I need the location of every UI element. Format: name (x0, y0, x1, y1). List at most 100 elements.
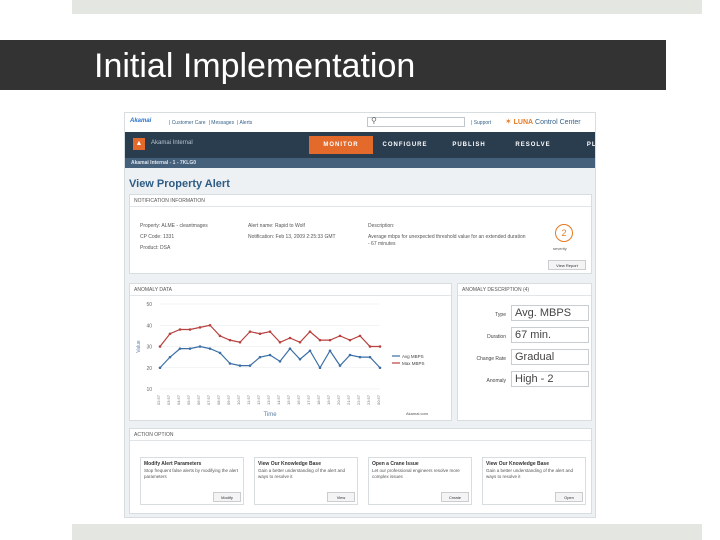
duration-field-row: Duration 67 min. (458, 326, 595, 346)
action-desc: Stop frequent false alerts by modifying … (144, 468, 239, 479)
anomaly-data-panel: ANOMALY DATA 10 20 30 40 50 02:57 03:57 04:57 05… (129, 283, 452, 421)
open-button[interactable]: Open (555, 492, 583, 502)
legend-label: Avg MBPS (402, 354, 424, 359)
data-point (208, 323, 212, 327)
data-point (238, 340, 242, 344)
nav-tabs: MONITOR CONFIGURE PUBLISH RESOLVE PLAN (309, 136, 595, 154)
notification-time-text: Notification: Feb 13, 2009 2:25:33 GMT (248, 234, 336, 240)
cpcode-text: CP Code: 1331 (140, 234, 175, 240)
messages-link[interactable]: | Messages (209, 120, 234, 126)
data-point (248, 364, 252, 367)
slide-title: Initial Implementation (94, 47, 416, 85)
customer-care-link[interactable]: | Customer Care (169, 120, 206, 126)
severity-badge: 2 (555, 224, 573, 242)
action-option-panel: ACTION OPTION Modify Alert Parameters St… (129, 428, 592, 514)
type-field-row: Type Avg. MBPS (458, 304, 595, 324)
data-point (228, 362, 232, 365)
anomaly-label: Anomaly (486, 378, 506, 384)
data-point (248, 330, 252, 333)
data-point (358, 355, 362, 359)
duration-field: 67 min. (511, 327, 589, 343)
data-point (268, 353, 272, 357)
property-text: Property: ALME - cleantmages (140, 223, 208, 229)
action-card-knowledge-2: View Our Knowledge Base Gain a better un… (482, 457, 586, 505)
modify-button[interactable]: Modify (213, 492, 241, 502)
tab-plan[interactable]: PLAN (565, 136, 595, 154)
data-point (188, 347, 192, 350)
x-tick-label: 15:57 (286, 394, 291, 405)
action-title: Open a Crane Issue (372, 461, 419, 467)
tab-publish[interactable]: PUBLISH (437, 136, 501, 154)
action-card-modify: Modify Alert Parameters Stop frequent fa… (140, 457, 244, 505)
data-point (188, 328, 192, 331)
x-tick-label: 10:57 (236, 394, 241, 405)
x-tick-label: 20:57 (336, 394, 341, 405)
change-rate-label: Change Rate (476, 356, 506, 362)
search-input[interactable]: ⚲ (367, 116, 465, 127)
data-point (158, 345, 162, 348)
data-point (308, 349, 312, 353)
data-point (208, 347, 212, 350)
data-point (298, 340, 302, 344)
data-point (178, 347, 182, 350)
create-button[interactable]: Create (441, 492, 469, 502)
tab-configure[interactable]: CONFIGURE (373, 136, 437, 154)
breadcrumb: Akamai Internal - 1 - 7KLG0 (125, 158, 595, 168)
action-title: View Our Knowledge Base (486, 461, 549, 467)
anomaly-description-header: ANOMALY DESCRIPTION (4) (458, 284, 591, 296)
view-button[interactable]: View (327, 492, 355, 502)
data-point (158, 366, 162, 370)
chart-footer: Akamai.com (406, 411, 429, 416)
data-point (328, 338, 332, 342)
data-point (358, 334, 362, 338)
x-tick-label: 19:57 (326, 394, 331, 405)
product-text: Product: DSA (140, 245, 171, 251)
anomaly-line-chart: 10 20 30 40 50 02:57 03:57 04:57 05:57 06:57 07:57… (136, 302, 425, 418)
data-point (298, 357, 302, 361)
data-point (308, 330, 312, 333)
x-tick-label: 17:57 (306, 394, 311, 405)
tab-monitor[interactable]: MONITOR (309, 136, 373, 154)
data-point (368, 345, 372, 348)
x-tick-label: 18:57 (316, 394, 321, 405)
data-point (198, 345, 202, 348)
alerts-link[interactable]: | Alerts (237, 120, 252, 126)
x-tick-label: 22:57 (356, 394, 361, 405)
action-card-issue: Open a Crane Issue Let our professional … (368, 457, 472, 505)
y-tick-label: 30 (146, 345, 152, 351)
y-axis-label: Value (136, 340, 142, 353)
data-point (288, 347, 292, 350)
top-links: | Customer Care | Messages | Alerts (169, 120, 252, 126)
akamai-logo: Akamai (130, 118, 152, 124)
description-title: Description: (368, 223, 395, 229)
series-line-max (159, 324, 380, 348)
data-point (228, 338, 232, 342)
x-tick-label: 11:57 (246, 394, 251, 404)
notification-header: NOTIFICATION INFORMATION (130, 195, 591, 207)
y-tick-label: 20 (146, 366, 152, 372)
anomaly-field-row: Anomaly High - 2 (458, 370, 595, 390)
x-tick-label: 23:57 (366, 394, 371, 405)
x-tick-label: 21:57 (346, 394, 351, 405)
data-point (318, 338, 322, 342)
data-point (368, 355, 372, 359)
change-rate-field: Gradual (511, 349, 589, 365)
y-tick-label: 40 (146, 323, 152, 329)
top-bar: Akamai | Customer Care | Messages | Aler… (125, 113, 595, 132)
x-tick-label: 05:57 (186, 394, 191, 405)
x-tick-label: 06:57 (196, 394, 201, 405)
view-report-button[interactable]: View Report (548, 260, 586, 270)
x-tick-label: 04:57 (176, 394, 181, 405)
action-desc: Let our professional engineers resolve m… (372, 468, 460, 479)
main-nav: ▲ Akamai Internal MONITOR CONFIGURE PUBL… (125, 132, 595, 158)
luna-brand-suffix: Control Center (533, 119, 581, 126)
data-point (318, 366, 322, 370)
support-link[interactable]: | Support (471, 120, 491, 126)
bottom-decor-strip (72, 524, 702, 540)
data-point (288, 336, 292, 340)
description-text: Average mbps for unexpected threshold va… (368, 234, 526, 247)
dashboard-screenshot: Akamai | Customer Care | Messages | Aler… (124, 112, 596, 518)
tab-resolve[interactable]: RESOLVE (501, 136, 565, 154)
change-rate-field-row: Change Rate Gradual (458, 348, 595, 368)
data-point (278, 340, 282, 344)
